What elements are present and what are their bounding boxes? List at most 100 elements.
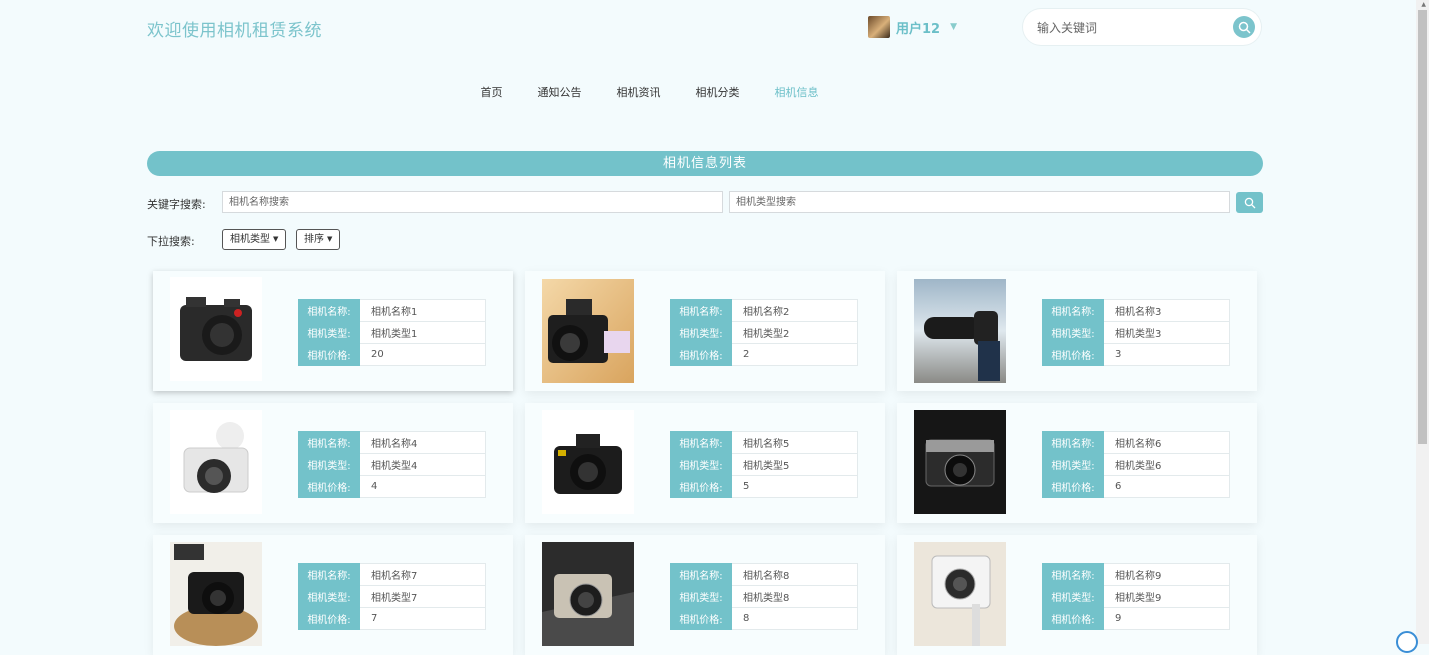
name-value: 相机名称9 — [1103, 563, 1230, 586]
name-value: 相机名称3 — [1103, 299, 1230, 322]
product-card-8[interactable]: 相机名称: 相机名称8 相机类型: 相机类型8 相机价格: 8 — [525, 535, 885, 655]
user-name: 用户12 — [896, 21, 941, 37]
product-card-4[interactable]: 相机名称: 相机名称4 相机类型: 相机类型4 相机价格: 4 — [153, 403, 513, 523]
name-key: 相机名称: — [1042, 431, 1104, 454]
type-key: 相机类型: — [298, 453, 360, 476]
price-key: 相机价格: — [298, 607, 360, 630]
type-key: 相机类型: — [298, 321, 360, 344]
price-key: 相机价格: — [298, 475, 360, 498]
product-card-7[interactable]: 相机名称: 相机名称7 相机类型: 相机类型7 相机价格: 7 — [153, 535, 513, 655]
price-value: 8 — [731, 607, 858, 630]
name-key: 相机名称: — [298, 431, 360, 454]
scroll-up-arrow-icon[interactable]: ▲ — [1421, 1, 1426, 8]
price-value: 2 — [731, 343, 858, 366]
type-value: 相机类型8 — [731, 585, 858, 608]
camera-name-search-input[interactable] — [222, 191, 723, 213]
type-key: 相机类型: — [1042, 585, 1104, 608]
name-value: 相机名称2 — [731, 299, 858, 322]
name-value: 相机名称4 — [359, 431, 486, 454]
price-key: 相机价格: — [670, 475, 732, 498]
name-value: 相机名称7 — [359, 563, 486, 586]
product-info-table: 相机名称: 相机名称7 相机类型: 相机类型7 相机价格: 7 — [298, 563, 486, 630]
type-value: 相机类型3 — [1103, 321, 1230, 344]
price-value: 4 — [359, 475, 486, 498]
type-value: 相机类型9 — [1103, 585, 1230, 608]
product-image — [170, 410, 262, 514]
price-key: 相机价格: — [1042, 475, 1104, 498]
site-title: 欢迎使用相机租赁系统 — [147, 21, 322, 41]
sort-dropdown[interactable]: 排序 ▼ — [296, 229, 341, 250]
product-card-5[interactable]: 相机名称: 相机名称5 相机类型: 相机类型5 相机价格: 5 — [525, 403, 885, 523]
product-card-2[interactable]: 相机名称: 相机名称2 相机类型: 相机类型2 相机价格: 2 — [525, 271, 885, 391]
type-key: 相机类型: — [1042, 321, 1104, 344]
price-value: 3 — [1103, 343, 1230, 366]
type-key: 相机类型: — [670, 321, 732, 344]
page-scrollbar[interactable]: ▲ — [1416, 0, 1429, 644]
name-value: 相机名称8 — [731, 563, 858, 586]
search-icon — [1238, 21, 1251, 34]
name-key: 相机名称: — [670, 431, 732, 454]
scrollbar-thumb[interactable] — [1418, 10, 1427, 444]
name-key: 相机名称: — [1042, 563, 1104, 586]
product-image — [914, 410, 1006, 514]
header-search-button[interactable] — [1233, 16, 1255, 38]
header-search — [1023, 9, 1261, 45]
product-card-1[interactable]: 相机名称: 相机名称1 相机类型: 相机类型1 相机价格: 20 — [153, 271, 513, 391]
user-menu[interactable]: 用户12 ▼ — [868, 16, 957, 38]
product-image — [914, 542, 1006, 646]
section-title: 相机信息列表 — [147, 151, 1263, 176]
product-card-6[interactable]: 相机名称: 相机名称6 相机类型: 相机类型6 相机价格: 6 — [897, 403, 1257, 523]
name-value: 相机名称1 — [359, 299, 486, 322]
price-key: 相机价格: — [670, 343, 732, 366]
filter-search-button[interactable] — [1236, 192, 1263, 213]
product-card-3[interactable]: 相机名称: 相机名称3 相机类型: 相机类型3 相机价格: 3 — [897, 271, 1257, 391]
type-key: 相机类型: — [670, 585, 732, 608]
camera-type-dropdown[interactable]: 相机类型 ▼ — [222, 229, 287, 250]
price-key: 相机价格: — [1042, 343, 1104, 366]
name-key: 相机名称: — [298, 563, 360, 586]
nav-home[interactable]: 首页 — [481, 84, 503, 100]
product-info-table: 相机名称: 相机名称5 相机类型: 相机类型5 相机价格: 5 — [670, 431, 858, 498]
main-nav: 首页 通知公告 相机资讯 相机分类 相机信息 — [0, 84, 1429, 100]
type-value: 相机类型1 — [359, 321, 486, 344]
price-key: 相机价格: — [298, 343, 360, 366]
price-value: 6 — [1103, 475, 1230, 498]
name-key: 相机名称: — [298, 299, 360, 322]
caret-down-icon: ▼ — [273, 235, 279, 243]
product-card-9[interactable]: 相机名称: 相机名称9 相机类型: 相机类型9 相机价格: 9 — [897, 535, 1257, 655]
product-info-table: 相机名称: 相机名称6 相机类型: 相机类型6 相机价格: 6 — [1042, 431, 1230, 498]
product-info-table: 相机名称: 相机名称3 相机类型: 相机类型3 相机价格: 3 — [1042, 299, 1230, 366]
camera-type-dropdown-label: 相机类型 — [230, 234, 270, 245]
product-image — [914, 279, 1006, 383]
type-value: 相机类型6 — [1103, 453, 1230, 476]
product-image — [542, 542, 634, 646]
product-image — [542, 279, 634, 383]
header-search-input[interactable] — [1035, 17, 1229, 39]
name-key: 相机名称: — [1042, 299, 1104, 322]
nav-camera-info[interactable]: 相机信息 — [775, 84, 819, 100]
sort-dropdown-label: 排序 — [304, 234, 324, 245]
product-info-table: 相机名称: 相机名称2 相机类型: 相机类型2 相机价格: 2 — [670, 299, 858, 366]
nav-notice[interactable]: 通知公告 — [538, 84, 582, 100]
type-value: 相机类型2 — [731, 321, 858, 344]
avatar — [868, 16, 890, 38]
name-key: 相机名称: — [670, 563, 732, 586]
price-key: 相机价格: — [1042, 607, 1104, 630]
type-key: 相机类型: — [298, 585, 360, 608]
nav-news[interactable]: 相机资讯 — [617, 84, 661, 100]
type-key: 相机类型: — [670, 453, 732, 476]
camera-type-search-input[interactable] — [729, 191, 1230, 213]
nav-category[interactable]: 相机分类 — [696, 84, 740, 100]
search-icon — [1244, 197, 1255, 208]
keyword-search-label: 关键字搜索: — [147, 198, 206, 211]
name-value: 相机名称6 — [1103, 431, 1230, 454]
product-image — [170, 542, 262, 646]
product-info-table: 相机名称: 相机名称4 相机类型: 相机类型4 相机价格: 4 — [298, 431, 486, 498]
name-key: 相机名称: — [670, 299, 732, 322]
product-image — [170, 277, 262, 381]
type-value: 相机类型7 — [359, 585, 486, 608]
product-info-table: 相机名称: 相机名称9 相机类型: 相机类型9 相机价格: 9 — [1042, 563, 1230, 630]
chat-widget-icon[interactable] — [1396, 631, 1418, 653]
price-value: 9 — [1103, 607, 1230, 630]
price-value: 5 — [731, 475, 858, 498]
